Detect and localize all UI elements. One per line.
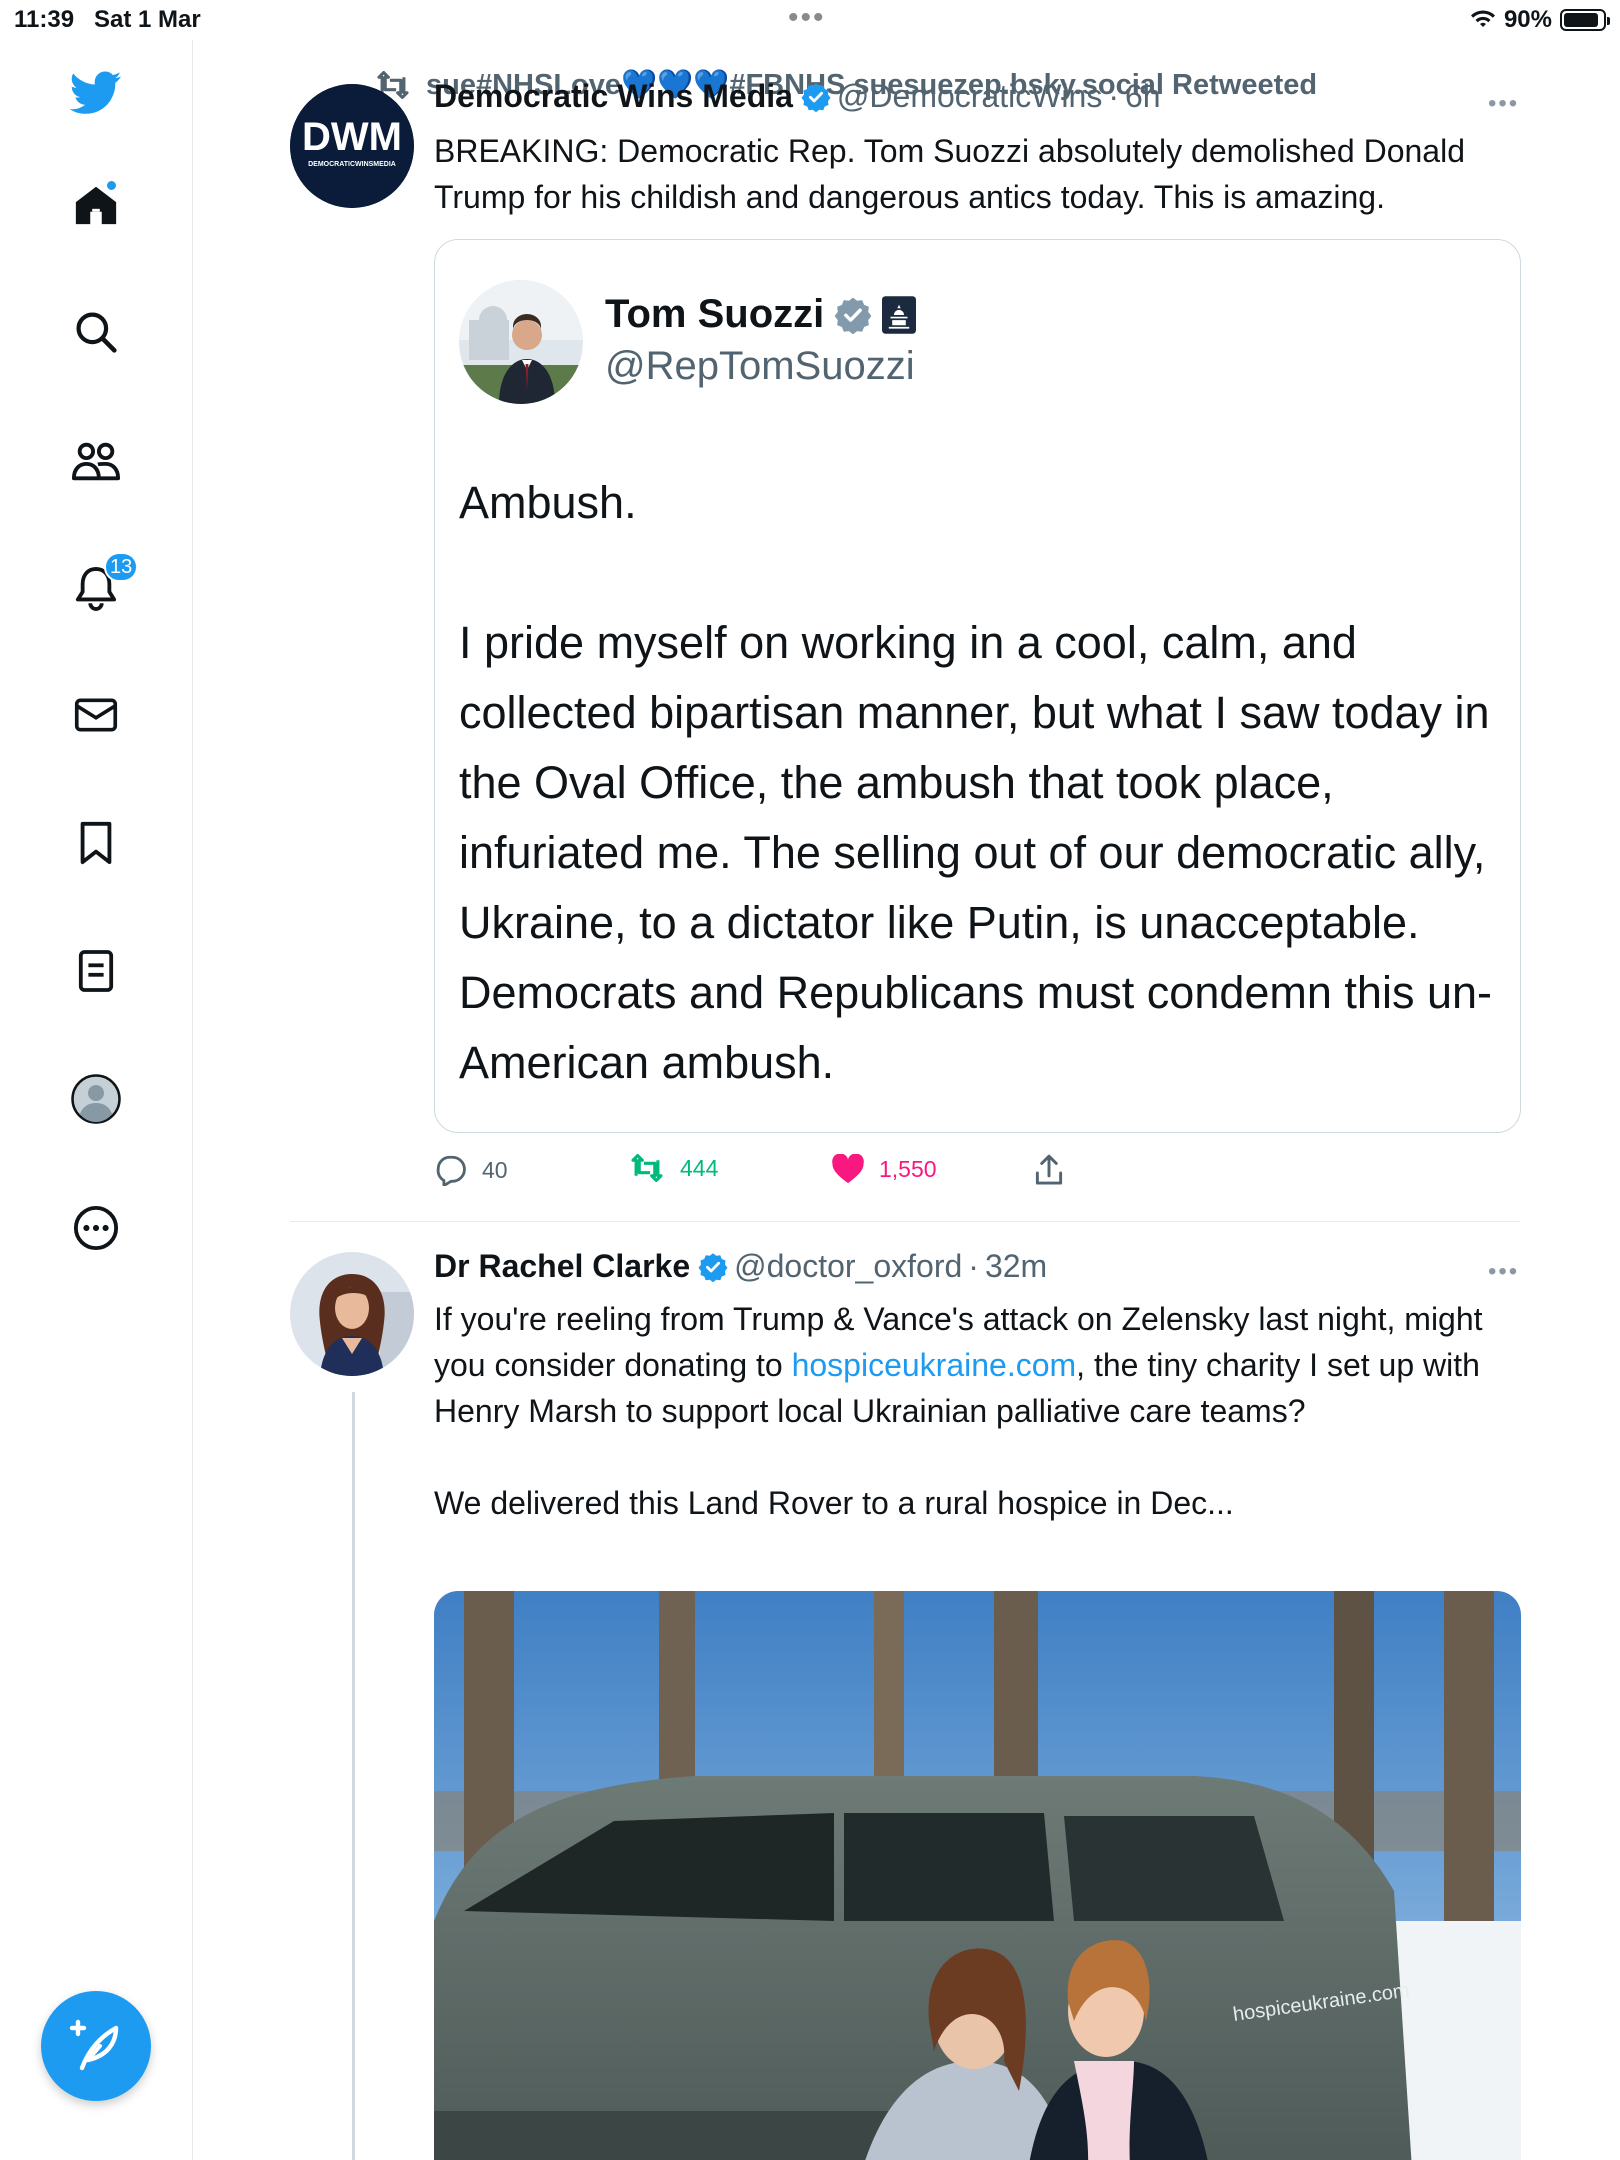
wifi-icon — [1470, 10, 1495, 27]
tweet-media-photo[interactable]: hospiceukraine.com — [434, 1591, 1521, 2160]
profile-icon[interactable] — [70, 1073, 122, 1125]
share-icon — [1035, 1154, 1063, 1185]
status-right: 90% — [1470, 6, 1610, 34]
tweet-more-icon[interactable]: ••• — [1488, 90, 1519, 118]
tweet-time[interactable]: 6h — [1125, 78, 1161, 115]
retweet-count: 444 — [680, 1154, 719, 1181]
home-icon[interactable] — [70, 179, 122, 231]
thread-connector-line — [352, 1392, 355, 2160]
tweet-header: Democratic Wins Media @DemocraticWins · … — [434, 78, 1161, 115]
status-time: 11:39 — [14, 6, 75, 33]
quoted-author-name[interactable]: Tom Suozzi — [605, 292, 824, 337]
tweet-actions: 40 444 1,550 — [434, 1154, 1134, 1198]
compose-tweet-button[interactable] — [41, 1991, 151, 2101]
feather-plus-icon — [69, 2019, 119, 2071]
quoted-author-handle[interactable]: @RepTomSuozzi — [605, 344, 915, 389]
reply-icon — [436, 1155, 466, 1186]
avatar-democratic-wins[interactable]: DWM DEMOCRATICWINSMEDIA — [290, 84, 414, 208]
verified-grey-badge-icon — [834, 297, 872, 334]
tweet-time[interactable]: 32m — [985, 1248, 1047, 1285]
tweet-paragraph-2: We delivered this Land Rover to a rural … — [434, 1485, 1234, 1521]
retweet-button[interactable]: 444 — [628, 1154, 718, 1182]
bell-icon[interactable]: 13 — [70, 552, 139, 614]
separator-dot: · — [968, 1248, 979, 1284]
home-unread-dot — [105, 179, 118, 192]
communities-icon[interactable] — [70, 435, 122, 487]
status-date: Sat 1 Mar — [94, 6, 201, 33]
sidebar: 13 — [0, 40, 193, 2160]
reply-button[interactable]: 40 — [434, 1154, 508, 1186]
tweet-text: If you're reeling from Trump & Vance's a… — [434, 1296, 1524, 1526]
battery-percent: 90% — [1503, 6, 1552, 33]
quoted-tweet-card[interactable]: Tom Suozzi @RepTomSuozzi Ambush. I pride… — [434, 239, 1521, 1133]
quoted-paragraph-2: I pride myself on working in a cool, cal… — [459, 617, 1493, 1088]
notifications-badge: 13 — [104, 552, 139, 582]
author-name[interactable]: Dr Rachel Clarke — [434, 1248, 690, 1285]
author-handle[interactable]: @DemocraticWins — [837, 78, 1102, 115]
author-name[interactable]: Democratic Wins Media — [434, 78, 793, 115]
bookmark-icon[interactable] — [70, 817, 122, 869]
tweet-header: Dr Rachel Clarke @doctor_oxford · 32m — [434, 1248, 1047, 1285]
tweet-divider — [290, 1221, 1520, 1222]
tweet-text: BREAKING: Democratic Rep. Tom Suozzi abs… — [434, 133, 1465, 215]
timeline: sue#NHSLove💙💙💙#FBNHS suesuezep.bsky.soci… — [194, 40, 1620, 2160]
mail-icon[interactable] — [70, 689, 122, 741]
verified-badge-icon — [801, 82, 831, 112]
author-handle[interactable]: @doctor_oxford — [734, 1248, 962, 1285]
avatar-tom-suozzi[interactable] — [459, 280, 583, 404]
heart-filled-icon — [832, 1154, 864, 1184]
retweet-icon — [631, 1154, 663, 1182]
search-icon[interactable] — [70, 306, 122, 358]
share-button[interactable] — [1034, 1154, 1064, 1186]
battery-level — [1564, 13, 1599, 27]
hospiceukraine-link[interactable]: hospiceukraine.com — [792, 1347, 1077, 1383]
verified-badge-icon — [698, 1252, 728, 1282]
government-capitol-icon — [882, 295, 917, 334]
like-count: 1,550 — [879, 1155, 937, 1182]
status-bar: 11:39 Sat 1 Mar ••• 90% — [0, 0, 1620, 40]
more-circle-icon[interactable] — [70, 1202, 122, 1254]
avatar-rachel-clarke[interactable] — [290, 1252, 414, 1376]
like-button[interactable]: 1,550 — [831, 1154, 937, 1184]
quoted-author-name-row: Tom Suozzi — [605, 292, 917, 337]
avatar-logo-subtext: DEMOCRATICWINSMEDIA — [308, 161, 396, 168]
quoted-paragraph-1: Ambush. — [459, 477, 637, 528]
separator-dot: · — [1108, 78, 1119, 114]
lists-icon[interactable] — [70, 945, 122, 997]
quoted-tweet-body: Ambush. I pride myself on working in a c… — [459, 468, 1499, 1098]
multitasking-dots-icon[interactable]: ••• — [788, 3, 826, 33]
tweet-more-icon[interactable]: ••• — [1488, 1258, 1519, 1286]
battery-icon — [1560, 9, 1610, 31]
reply-count: 40 — [482, 1156, 508, 1183]
twitter-bird-icon[interactable] — [70, 67, 122, 119]
